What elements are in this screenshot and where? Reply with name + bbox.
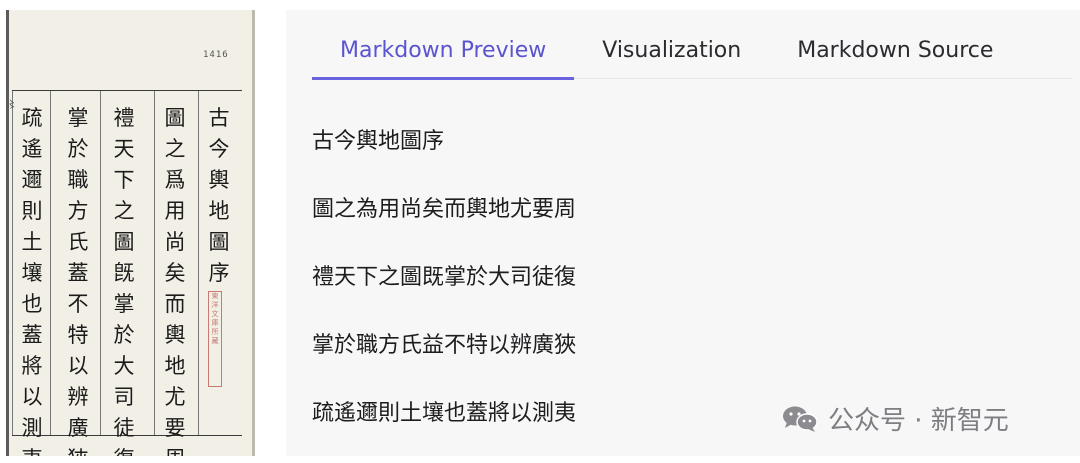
scan-character: 特 — [67, 323, 89, 347]
tab-visualization[interactable]: Visualization — [574, 34, 769, 79]
scan-character: 古 — [208, 106, 230, 130]
scan-character: 邇 — [21, 168, 43, 192]
margin-mark: · — [7, 328, 11, 339]
scan-character: 地 — [208, 199, 230, 223]
scan-character: 狹 — [64, 444, 92, 456]
scan-character: 序 — [208, 261, 230, 285]
frame-border-left — [12, 91, 13, 435]
scan-character: 天 — [113, 137, 135, 161]
scan-character: 尚 — [164, 230, 186, 254]
scan-column-4: 掌於職方氏蓋不特以辨廣狹 — [64, 103, 92, 456]
preview-line: 疏遙邇則土壤也蓋將以測夷 — [312, 401, 577, 426]
wechat-icon — [783, 406, 818, 432]
scan-character: 大 — [113, 354, 135, 378]
stamp-character: 文 — [211, 310, 219, 318]
scan-character: 測 — [21, 416, 43, 440]
scan-character: 則 — [21, 199, 43, 223]
scan-character: 圖 — [164, 106, 186, 130]
stamp-character: 所 — [211, 328, 219, 336]
tab-markdown-preview[interactable]: Markdown Preview — [312, 34, 575, 80]
scan-character: 周 — [161, 444, 189, 456]
scan-character: 禮 — [113, 106, 135, 130]
column-divider — [100, 91, 101, 435]
preview-panel: Markdown Preview Visualization Markdown … — [286, 10, 1080, 456]
scan-character: 復 — [110, 444, 138, 456]
scan-character: 而 — [164, 292, 186, 316]
stamp-character: 洋 — [211, 301, 219, 309]
preview-line: 圖之為用尚矣而輿地尤要周 — [312, 197, 577, 222]
scan-character: 輿 — [208, 168, 230, 192]
scan-character: 遙 — [21, 137, 43, 161]
scan-character: 今 — [208, 137, 230, 161]
scan-character: 之 — [164, 137, 186, 161]
stamp-character: 庫 — [211, 319, 219, 327]
scan-character: 司 — [113, 385, 135, 409]
scan-character: 於 — [113, 323, 135, 347]
scan-character: 也 — [21, 292, 43, 316]
scan-character: 之 — [113, 199, 135, 223]
scan-character: 疏 — [21, 106, 43, 130]
scan-column-2: 圖之爲用尚矣而輿地尤要周 — [161, 103, 189, 456]
preview-line: 掌於職方氏益不特以辨廣狹 — [312, 333, 577, 358]
watermark: 公众号 · 新智元 — [780, 400, 1009, 437]
scan-character: 蓋 — [67, 261, 89, 285]
scan-character: 以 — [21, 385, 43, 409]
scan-column-1: 古今輿地圖序 — [205, 103, 233, 289]
stamp-character: 藏 — [211, 337, 219, 345]
preview-line: 禮天下之圖既掌於大司徒復 — [312, 265, 577, 290]
scan-character: 掌 — [67, 106, 89, 130]
stamp-character: 東 — [211, 292, 219, 300]
scan-character: 圖 — [113, 230, 135, 254]
page-number: 1416 — [203, 50, 229, 60]
scan-character: 矣 — [164, 261, 186, 285]
scan-character: 壤 — [21, 261, 43, 285]
column-divider — [154, 91, 155, 435]
scan-character: 爲 — [164, 168, 186, 192]
scan-character: 掌 — [113, 292, 135, 316]
scan-character: 要 — [164, 416, 186, 440]
scan-character: 氏 — [67, 230, 89, 254]
scan-character: 職 — [67, 168, 89, 192]
seal-stamp: 東洋文庫所藏 — [208, 291, 222, 387]
scan-character: 夷 — [18, 444, 46, 456]
scan-character: 土 — [21, 230, 43, 254]
markdown-content: 古今輿地圖序 圖之為用尚矣而輿地尤要周 禮天下之圖既掌於大司徒復 掌於職方氏益不… — [312, 122, 576, 462]
text-frame: 古今輿地圖序 圖之爲用尚矣而輿地尤要周 禮天下之圖旣掌於大司徒復 掌於職方氏蓋不… — [12, 90, 242, 456]
scan-character: 方 — [67, 199, 89, 223]
scan-character: 以 — [67, 354, 89, 378]
margin-mark: 〻 — [7, 100, 17, 111]
tab-markdown-source[interactable]: Markdown Source — [769, 34, 1021, 79]
scan-column-5: 疏遙邇則土壤也蓋將以測夷 — [18, 103, 46, 456]
scan-character: 圖 — [208, 230, 230, 254]
scan-character: 徒 — [113, 416, 135, 440]
tab-bar: Markdown Preview Visualization Markdown … — [312, 34, 1072, 80]
scan-character: 用 — [164, 199, 186, 223]
column-divider — [198, 91, 199, 435]
preview-line: 古今輿地圖序 — [312, 129, 445, 154]
scan-character: 辨 — [67, 385, 89, 409]
scan-character: 於 — [67, 137, 89, 161]
scan-character: 旣 — [113, 261, 135, 285]
scanned-document-image: 1416 古今輿地圖序 圖之爲用尚矣而輿地尤要周 禮天下之圖旣掌於大司徒復 掌於… — [6, 10, 255, 456]
scan-character: 地 — [164, 354, 186, 378]
scan-character: 尤 — [164, 385, 186, 409]
scan-character: 下 — [113, 168, 135, 192]
scan-character: 廣 — [67, 416, 89, 440]
scan-character: 蓋 — [21, 323, 43, 347]
scan-character: 不 — [67, 292, 89, 316]
scan-character: 將 — [21, 354, 43, 378]
scan-character: 輿 — [164, 323, 186, 347]
scan-column-3: 禮天下之圖旣掌於大司徒復 — [110, 103, 138, 456]
watermark-text: 公众号 · 新智元 — [828, 406, 1009, 436]
column-divider — [50, 91, 51, 435]
